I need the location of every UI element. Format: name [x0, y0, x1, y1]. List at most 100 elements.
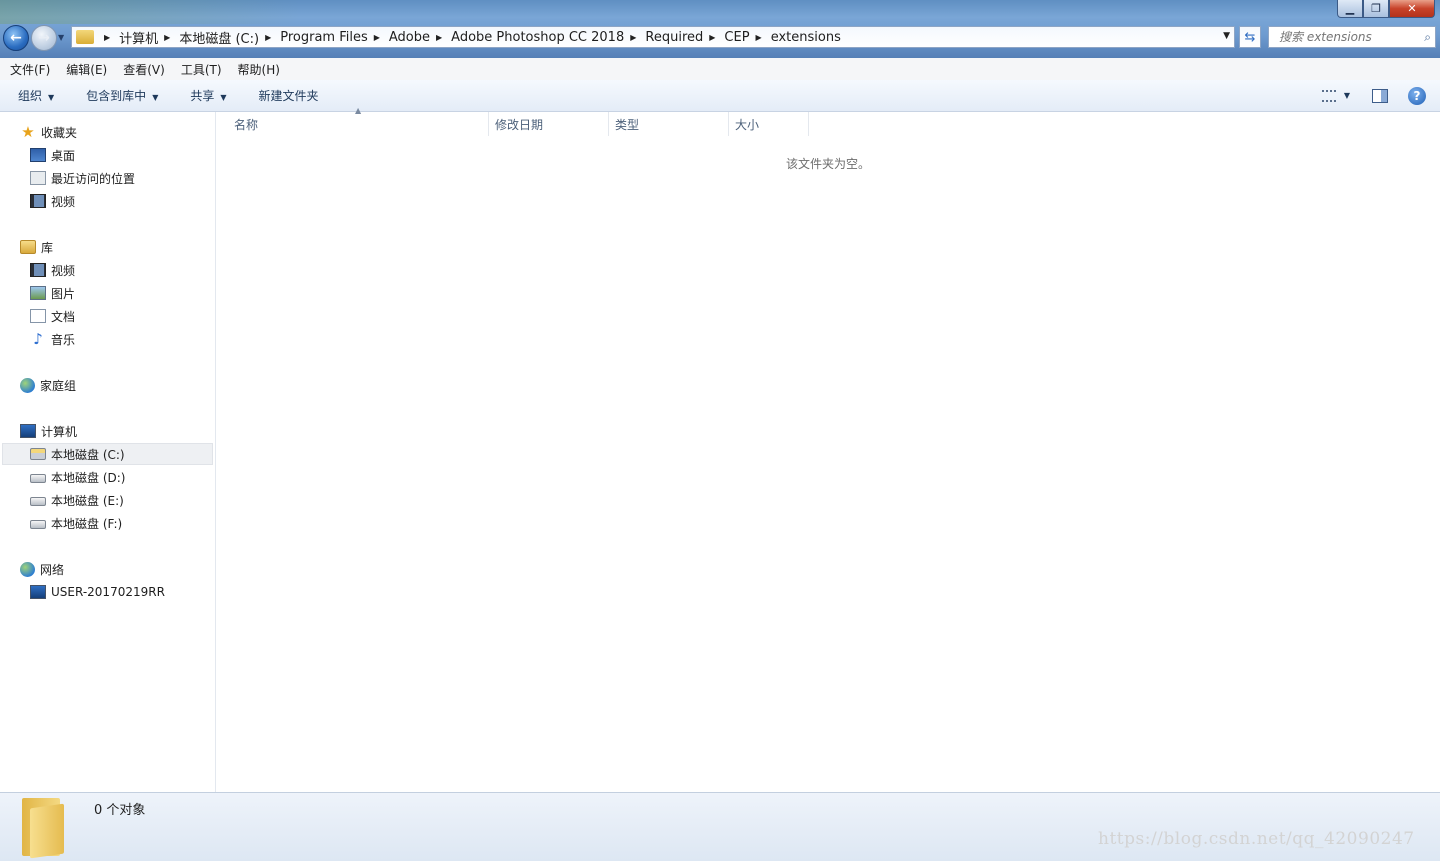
breadcrumb-separator-icon[interactable]: ▶ — [104, 33, 110, 42]
back-button[interactable]: ← — [3, 25, 29, 51]
computer-icon — [20, 424, 36, 438]
maximize-icon: ❐ — [1371, 2, 1381, 15]
search-icon[interactable]: ⌕ — [1424, 30, 1431, 45]
item-count: 0 个对象 — [94, 803, 146, 818]
sidebar-homegroup[interactable]: 家庭组 — [20, 374, 76, 396]
file-list[interactable]: 名称 ▲ 修改日期 类型 大小 该文件夹为空。 — [216, 106, 1440, 792]
address-history-dropdown-icon[interactable]: ▼ — [1223, 31, 1230, 41]
search-box[interactable]: ⌕ — [1268, 26, 1436, 48]
title-bar: ▁ ❐ ✕ ← → ▼ ▶ 计算机 ▶ 本地磁盘 (C:) ▶ Program Fi… — [0, 0, 1440, 58]
recent-places-icon — [30, 171, 46, 185]
library-icon — [20, 240, 36, 254]
breadcrumb-item[interactable]: Required ▶ — [645, 30, 724, 45]
menu-edit[interactable]: 编辑(E) — [58, 61, 115, 78]
new-folder-button[interactable]: 新建文件夹 — [259, 87, 333, 104]
details-pane: 0 个对象 https://blog.csdn.net/qq_42090247 — [0, 792, 1440, 861]
sidebar-item-music[interactable]: ♪ 音乐 — [30, 328, 75, 350]
breadcrumb-item[interactable]: Adobe ▶ — [389, 30, 451, 45]
forward-arrow-icon: → — [38, 30, 50, 46]
watermark: https://blog.csdn.net/qq_42090247 — [1098, 829, 1415, 849]
chevron-down-icon: ▼ — [48, 93, 55, 102]
drive-icon — [30, 474, 46, 483]
sidebar-item-drive-f[interactable]: 本地磁盘 (F:) — [30, 512, 122, 534]
forward-button[interactable]: → — [31, 25, 57, 51]
column-header-date-modified[interactable]: 修改日期 — [489, 112, 609, 136]
sidebar-item-videos[interactable]: 视频 — [30, 259, 75, 281]
help-icon[interactable]: ? — [1408, 86, 1426, 105]
breadcrumb-separator-icon[interactable]: ▶ — [265, 33, 271, 42]
menu-file[interactable]: 文件(F) — [0, 61, 58, 78]
document-icon — [30, 309, 46, 323]
search-input[interactable] — [1279, 30, 1409, 44]
navigation-pane: ★ 收藏夹 桌面 最近访问的位置 视频 库 视频 图片 文档 ♪ 音乐 家庭组 计算… — [0, 112, 216, 792]
computer-icon — [30, 585, 46, 599]
close-icon: ✕ — [1407, 2, 1417, 15]
breadcrumb-separator-icon[interactable]: ▶ — [709, 33, 715, 42]
breadcrumb-separator-icon[interactable]: ▶ — [756, 33, 762, 42]
column-header-type[interactable]: 类型 — [609, 112, 729, 136]
breadcrumb-item[interactable]: CEP ▶ — [724, 30, 770, 45]
sidebar-item-favorites-videos[interactable]: 视频 — [30, 190, 75, 212]
chevron-down-icon: ▼ — [220, 93, 227, 102]
folder-icon — [22, 798, 72, 859]
refresh-icon: ⇆ — [1244, 29, 1256, 45]
folder-icon — [76, 30, 94, 44]
chevron-down-icon: ▼ — [152, 93, 159, 102]
sidebar-item-drive-c[interactable]: 本地磁盘 (C:) — [2, 443, 213, 465]
network-icon — [20, 561, 35, 577]
sidebar-network[interactable]: 网络 — [20, 558, 64, 580]
view-options-dropdown-icon[interactable]: ▼ — [1344, 91, 1350, 100]
sidebar-libraries[interactable]: 库 — [20, 236, 53, 258]
drive-icon — [30, 520, 46, 529]
breadcrumb-separator-icon[interactable]: ▶ — [436, 33, 442, 42]
empty-folder-message: 该文件夹为空。 — [786, 157, 871, 171]
music-icon: ♪ — [33, 330, 43, 348]
sidebar-item-drive-e[interactable]: 本地磁盘 (E:) — [30, 489, 124, 511]
column-header-name[interactable]: 名称 ▲ — [216, 106, 489, 136]
sidebar-item-recent-places[interactable]: 最近访问的位置 — [30, 167, 135, 189]
include-in-library-button[interactable]: 包含到库中 ▼ — [86, 87, 172, 104]
breadcrumb-item[interactable]: Adobe Photoshop CC 2018 ▶ — [451, 30, 645, 45]
sidebar-item-documents[interactable]: 文档 — [30, 305, 75, 327]
maximize-button[interactable]: ❐ — [1363, 0, 1389, 18]
address-bar[interactable]: ▶ 计算机 ▶ 本地磁盘 (C:) ▶ Program Files ▶ Adobe ▶ … — [71, 26, 1235, 48]
picture-icon — [30, 286, 46, 300]
drive-icon — [30, 497, 46, 506]
breadcrumb-item-current[interactable]: extensions — [771, 30, 841, 45]
breadcrumb-separator-icon[interactable]: ▶ — [630, 33, 636, 42]
video-icon — [30, 194, 46, 208]
column-header-size[interactable]: 大小 — [729, 112, 809, 136]
close-button[interactable]: ✕ — [1389, 0, 1435, 18]
homegroup-icon — [20, 377, 35, 393]
window-controls: ▁ ❐ ✕ — [1337, 0, 1435, 18]
back-arrow-icon: ← — [10, 30, 22, 46]
menu-tools[interactable]: 工具(T) — [173, 61, 230, 78]
recent-pages-dropdown-icon[interactable]: ▼ — [58, 33, 64, 42]
breadcrumb-separator-icon[interactable]: ▶ — [374, 33, 380, 42]
sidebar-item-pictures[interactable]: 图片 — [30, 282, 75, 304]
menu-bar: 文件(F) 编辑(E) 查看(V) 工具(T) 帮助(H) — [0, 58, 1440, 81]
organize-button[interactable]: 组织 ▼ — [18, 87, 68, 104]
breadcrumb-item[interactable]: Program Files ▶ — [280, 30, 389, 45]
refresh-button[interactable]: ⇆ — [1239, 26, 1261, 48]
breadcrumb-item[interactable]: 本地磁盘 (C:) ▶ — [179, 28, 280, 47]
change-view-icon[interactable] — [1321, 89, 1336, 102]
sidebar-favorites[interactable]: ★ 收藏夹 — [20, 121, 77, 143]
system-drive-icon — [30, 448, 46, 460]
sidebar-item-desktop[interactable]: 桌面 — [30, 144, 75, 166]
command-toolbar: 组织 ▼ 包含到库中 ▼ 共享 ▼ 新建文件夹 ▼ ? — [0, 80, 1440, 112]
breadcrumb-separator-icon[interactable]: ▶ — [164, 33, 170, 42]
video-icon — [30, 263, 46, 277]
sidebar-item-network-computer[interactable]: USER-20170219RR — [30, 581, 165, 603]
menu-help[interactable]: 帮助(H) — [230, 61, 288, 78]
sidebar-item-drive-d[interactable]: 本地磁盘 (D:) — [30, 466, 125, 488]
share-button[interactable]: 共享 ▼ — [190, 87, 240, 104]
minimize-button[interactable]: ▁ — [1337, 0, 1363, 18]
minimize-icon: ▁ — [1345, 2, 1355, 15]
desktop-icon — [30, 148, 46, 162]
breadcrumb-item[interactable]: 计算机 ▶ — [119, 28, 179, 47]
sidebar-computer[interactable]: 计算机 — [20, 420, 77, 442]
star-icon: ★ — [21, 123, 35, 141]
preview-pane-icon[interactable] — [1372, 88, 1388, 103]
menu-view[interactable]: 查看(V) — [115, 61, 173, 78]
